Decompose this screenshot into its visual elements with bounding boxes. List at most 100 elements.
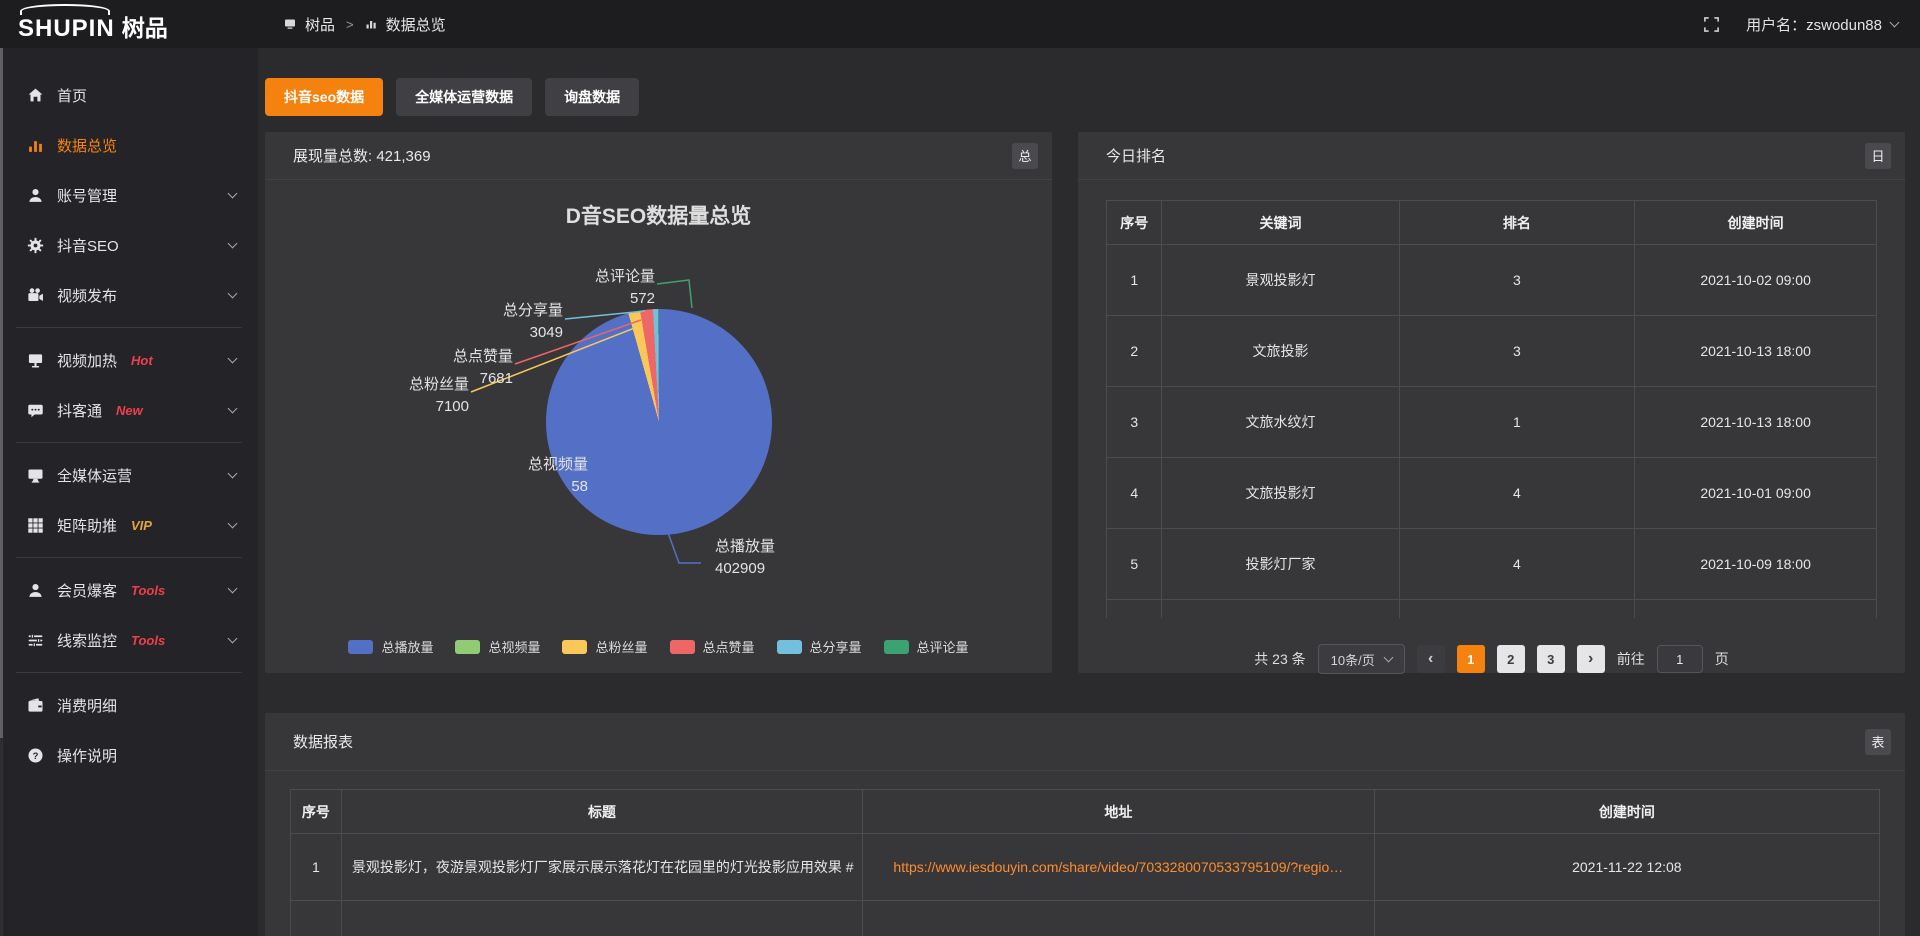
total-view-button[interactable]: 总: [1012, 143, 1038, 169]
ranking-panel-title: 今日排名: [1106, 145, 1166, 166]
chart-title: D音SEO数据量总览: [265, 200, 1052, 230]
total-count-label: 共 23 条: [1254, 649, 1305, 669]
tab-media-ops-data[interactable]: 全媒体运营数据: [396, 78, 532, 116]
chevron-down-icon: [228, 188, 238, 198]
page-unit-label: 页: [1715, 649, 1729, 669]
chevron-down-icon: [228, 403, 238, 413]
main-content: 抖音seo数据 全媒体运营数据 询盘数据 展现量总数: 421,369 总 D音…: [258, 48, 1920, 936]
new-badge: New: [116, 403, 143, 418]
video-camera-icon: [27, 287, 44, 304]
video-url-link[interactable]: https://www.iesdouyin.com/share/video/70…: [893, 859, 1343, 875]
chevron-down-icon: [228, 583, 238, 593]
legend-item[interactable]: 总评论量: [884, 637, 969, 656]
chat-bubble-icon: [27, 402, 44, 419]
pie-label-videos: 总视频量 58: [460, 454, 588, 498]
monitor-icon: [27, 467, 44, 484]
table-view-button[interactable]: 表: [1865, 729, 1891, 755]
breadcrumb-current: 数据总览: [386, 14, 446, 35]
divider: [16, 442, 242, 443]
breadcrumb-separator: >: [346, 17, 354, 32]
report-panel: 数据报表 表 序号 标题 地址 创建时间 1 景观投影灯，夜游景观投影灯厂家展示…: [265, 713, 1905, 936]
day-view-button[interactable]: 日: [1865, 143, 1891, 169]
data-tabs: 抖音seo数据 全媒体运营数据 询盘数据: [265, 78, 1905, 116]
legend-item[interactable]: 总视频量: [455, 637, 540, 656]
grid-icon: [27, 517, 44, 534]
goto-page-input[interactable]: [1657, 645, 1703, 673]
username-label: 用户名：zswodun88: [1746, 14, 1882, 35]
video-title-cell: 景观投影灯，夜游景观投影灯厂家展示展示落花灯在花园里的灯光投影应用效果 #: [341, 834, 862, 901]
legend-item[interactable]: 总点赞量: [670, 637, 755, 656]
table-row: 1景观投影灯32021-10-02 09:00: [1107, 245, 1877, 316]
bar-chart-icon: [27, 137, 44, 154]
page-button-3[interactable]: 3: [1537, 645, 1565, 673]
legend-item[interactable]: 总粉丝量: [562, 637, 647, 656]
logo-text-en: SHUPIN: [18, 15, 115, 43]
page-button-2[interactable]: 2: [1497, 645, 1525, 673]
app-icon: [284, 18, 296, 30]
topbar: SHUPIN 树品 树品 > 数据总览 用户名：zswodun88: [0, 0, 1920, 48]
divider: [16, 672, 242, 673]
table-row: 5投影灯厂家42021-10-09 18:00: [1107, 529, 1877, 600]
breadcrumb: 树品 > 数据总览: [284, 14, 446, 35]
chevron-down-icon: [228, 288, 238, 298]
tools-badge: Tools: [131, 583, 165, 598]
logo-arc: [20, 4, 110, 15]
sidebar-item-consumption[interactable]: 消费明细: [0, 680, 258, 730]
sidebar-item-media-ops[interactable]: 全媒体运营: [0, 450, 258, 500]
sidebar-item-doukertong[interactable]: 抖客通 New: [0, 385, 258, 435]
user-icon: [27, 187, 44, 204]
sidebar-item-clue-monitor[interactable]: 线索监控 Tools: [0, 615, 258, 665]
legend-swatch: [348, 640, 373, 654]
user-menu[interactable]: 用户名：zswodun88: [1746, 14, 1898, 35]
member-icon: [27, 582, 44, 599]
sidebar-item-instructions[interactable]: ? 操作说明: [0, 730, 258, 780]
sidebar-item-douyin-seo[interactable]: 抖音SEO: [0, 220, 258, 270]
tools-badge: Tools: [131, 633, 165, 648]
page-button-1[interactable]: 1: [1457, 645, 1485, 673]
sidebar-item-home[interactable]: 首页: [0, 70, 258, 120]
goto-label: 前往: [1617, 649, 1645, 669]
sidebar-item-account[interactable]: 账号管理: [0, 170, 258, 220]
divider: [16, 557, 242, 558]
sidebar-item-data-overview[interactable]: 数据总览: [0, 120, 258, 170]
pie-label-plays: 总播放量 402909: [715, 536, 775, 580]
legend-item[interactable]: 总播放量: [348, 637, 433, 656]
page-size-select[interactable]: 10条/页: [1318, 644, 1405, 674]
sliders-icon: [27, 632, 44, 649]
pie-label-fans: 总粉丝量 7100: [341, 374, 469, 418]
overview-icon: [365, 18, 377, 30]
report-table: 序号 标题 地址 创建时间 1 景观投影灯，夜游景观投影灯厂家展示展示落花灯在花…: [290, 789, 1880, 936]
tab-douyin-seo-data[interactable]: 抖音seo数据: [265, 78, 383, 116]
sidebar-item-video-publish[interactable]: 视频发布: [0, 270, 258, 320]
chevron-down-icon: [228, 633, 238, 643]
sidebar-item-video-heat[interactable]: 视频加热 Hot: [0, 335, 258, 385]
screen-stand-icon: [27, 352, 44, 369]
pie-chart-area: D音SEO数据量总览 总评论量 572 总分享量: [265, 180, 1052, 672]
table-header-row: 序号 关键词 排名 创建时间: [1107, 201, 1877, 245]
vip-badge: VIP: [131, 518, 152, 533]
question-icon: ?: [27, 747, 44, 764]
pie[interactable]: [546, 309, 772, 535]
legend-item[interactable]: 总分享量: [777, 637, 862, 656]
legend-swatch: [455, 640, 480, 654]
prev-page-button[interactable]: ‹: [1417, 645, 1445, 673]
logo: SHUPIN 树品: [0, 0, 258, 48]
hot-badge: Hot: [131, 353, 153, 368]
chevron-down-icon: [228, 468, 238, 478]
report-panel-title: 数据报表: [293, 731, 353, 752]
logo-text-cn: 树品: [122, 9, 168, 43]
table-row: 1 景观投影灯，夜游景观投影灯厂家展示展示落花灯在花园里的灯光投影应用效果 # …: [291, 834, 1880, 901]
breadcrumb-root[interactable]: 树品: [305, 14, 335, 35]
divider: [16, 327, 242, 328]
home-icon: [27, 87, 44, 104]
table-row: 4文旅投影灯42021-10-01 09:00: [1107, 458, 1877, 529]
next-page-button[interactable]: ›: [1577, 645, 1605, 673]
tab-inquiry-data[interactable]: 询盘数据: [545, 78, 639, 116]
ranking-table: 序号 关键词 排名 创建时间 1景观投影灯32021-10-02 09:00 2…: [1106, 200, 1877, 618]
table-row: 2文旅投影32021-10-13 18:00: [1107, 316, 1877, 387]
chevron-down-icon: [228, 518, 238, 528]
fullscreen-icon[interactable]: [1703, 16, 1720, 33]
scrollbar-thumb[interactable]: [0, 48, 3, 738]
sidebar-item-matrix-boost[interactable]: 矩阵助推 VIP: [0, 500, 258, 550]
sidebar-item-member-burst[interactable]: 会员爆客 Tools: [0, 565, 258, 615]
